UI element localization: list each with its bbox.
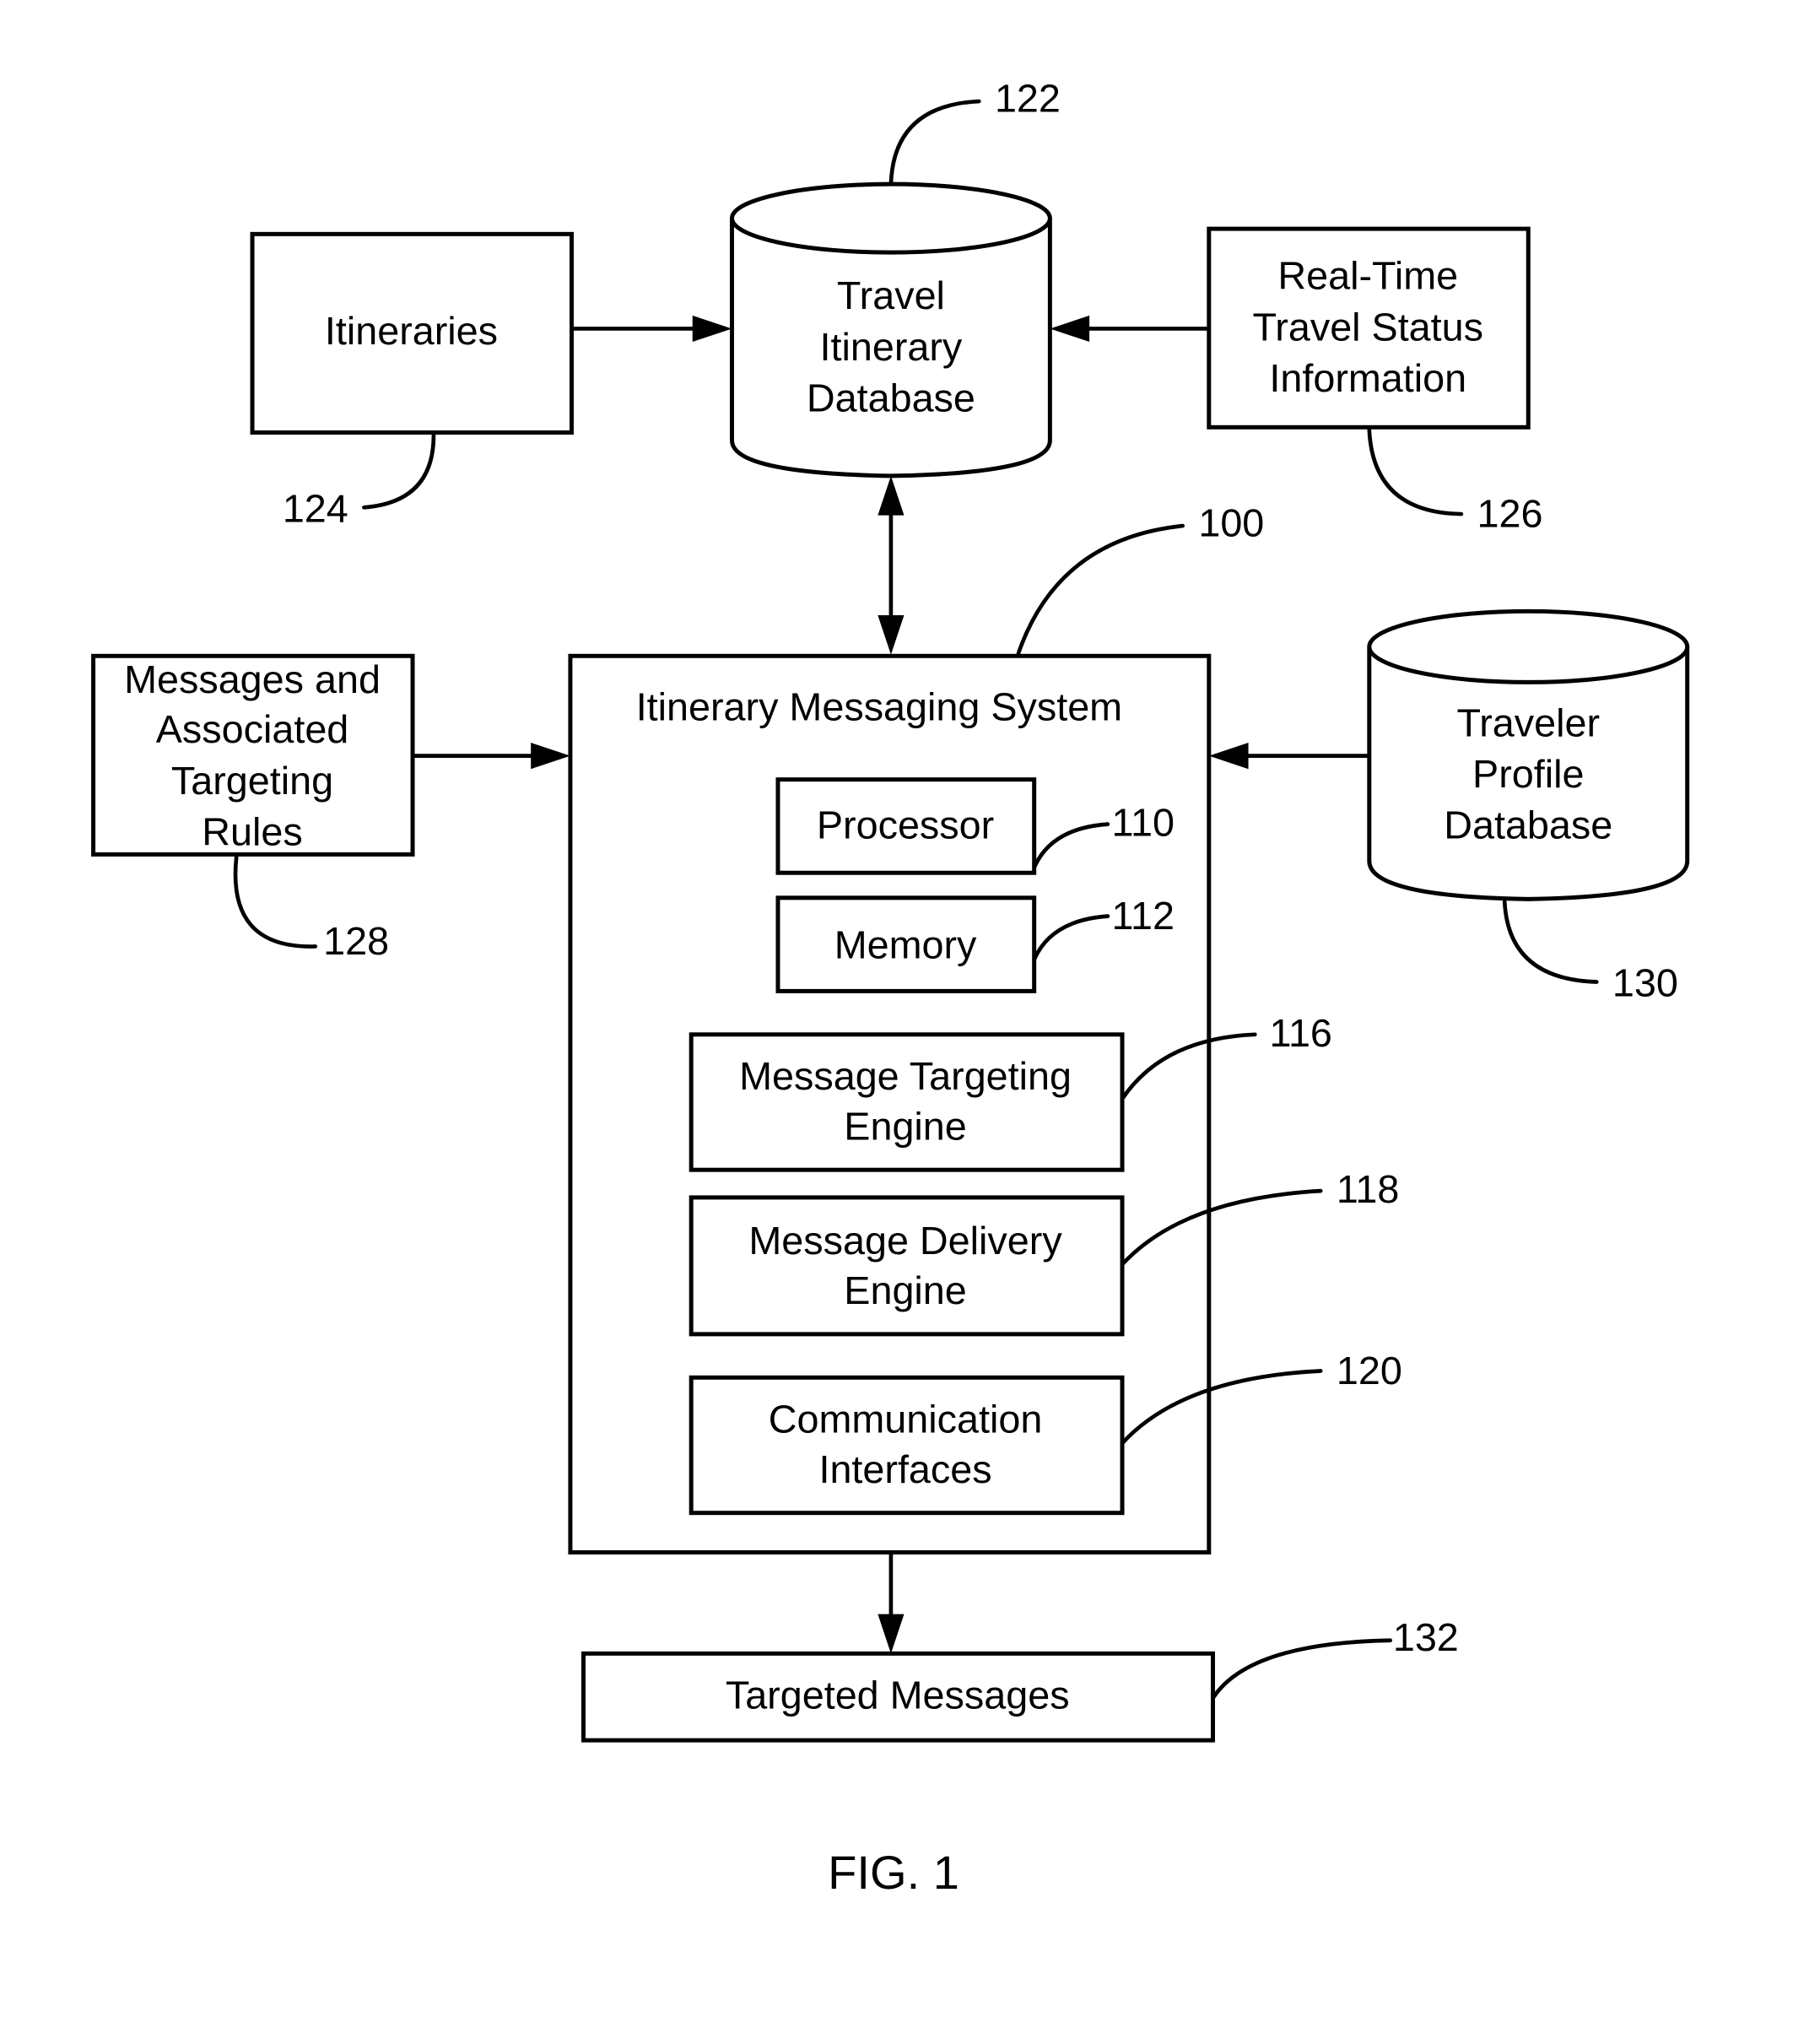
messages-rules-label-line-4: Rules [202,810,302,854]
ref-leader-132 [1211,1638,1393,1701]
messages-targeting-rules-box: Messages and Associated Targeting Rules [91,653,415,857]
traveler-profile-database: Traveler Profile Database [1367,608,1690,901]
memory-box: Memory [775,895,1037,993]
traveler-db-label-line-2: Profile [1472,752,1584,796]
realtime-label-line-1: Real-Time [1277,254,1458,298]
figure-caption: FIG. 1 [828,1846,959,1899]
delivery-engine-label-line-1: Message Delivery [748,1219,1062,1263]
travel-db-label-line-3: Database [807,376,975,420]
ref-numeral-120: 120 [1337,1349,1402,1392]
messages-rules-label-line-1: Messages and [124,657,381,701]
ref-leader-124 [362,433,436,510]
communication-interfaces-box: Communication Interfaces [689,1375,1125,1516]
messages-rules-label-line-3: Targeting [171,759,333,803]
patent-diagram: Travel Itinerary Database 122 Itinerarie… [91,76,1690,1899]
travel-db-label-line-2: Itinerary [820,325,963,369]
ref-numeral-110: 110 [1112,801,1175,845]
itineraries-box: Itineraries [250,231,574,435]
ref-numeral-130: 130 [1612,961,1678,1005]
travel-itinerary-database: Travel Itinerary Database [729,181,1052,479]
comm-interfaces-label-line-1: Communication [769,1398,1043,1441]
ref-numeral-124: 124 [283,486,348,530]
ref-numeral-112: 112 [1112,894,1175,938]
realtime-status-box: Real-Time Travel Status Information [1207,226,1531,430]
processor-label: Processor [817,803,994,847]
system-title: Itinerary Messaging System [636,685,1122,729]
messages-rules-label-line-2: Associated [156,707,349,751]
ref-leader-100 [1016,523,1185,656]
targeted-messages-box: Targeted Messages [581,1651,1215,1743]
arrowhead-icon [1208,743,1249,770]
arrowhead-icon [878,614,905,655]
ref-numeral-122: 122 [995,76,1061,120]
targeted-messages-label: Targeted Messages [726,1674,1070,1717]
message-delivery-engine-box: Message Delivery Engine [689,1195,1125,1337]
comm-interfaces-label-line-2: Interfaces [818,1447,991,1491]
realtime-label-line-2: Travel Status [1253,305,1483,349]
realtime-label-line-3: Information [1269,356,1466,400]
arrowhead-icon [878,1614,905,1654]
ref-numeral-132: 132 [1393,1615,1459,1659]
memory-label: Memory [834,922,977,966]
message-targeting-engine-box: Message Targeting Engine [689,1032,1125,1172]
targeting-engine-label-line-2: Engine [844,1104,966,1148]
ref-numeral-126: 126 [1477,492,1543,536]
arrowhead-icon [1050,315,1090,343]
delivery-engine-label-line-2: Engine [844,1268,966,1312]
ref-leader-128 [233,853,318,949]
processor-box: Processor [775,777,1037,875]
traveler-db-label-line-1: Traveler [1456,700,1600,744]
targeting-engine-label-line-1: Message Targeting [739,1054,1072,1098]
arrowhead-icon [692,315,732,343]
traveler-db-label-line-3: Database [1444,803,1612,847]
ref-numeral-100: 100 [1198,501,1264,545]
ref-leader-122 [888,99,981,187]
travel-db-label-line-1: Travel [837,273,945,317]
itineraries-label: Itineraries [325,309,498,353]
arrowhead-icon [531,743,570,770]
ref-numeral-128: 128 [323,919,389,963]
ref-numeral-116: 116 [1269,1011,1331,1055]
arrowhead-icon [878,475,905,516]
ref-leader-130 [1502,900,1599,984]
ref-numeral-118: 118 [1337,1167,1399,1211]
ref-leader-126 [1367,428,1464,516]
